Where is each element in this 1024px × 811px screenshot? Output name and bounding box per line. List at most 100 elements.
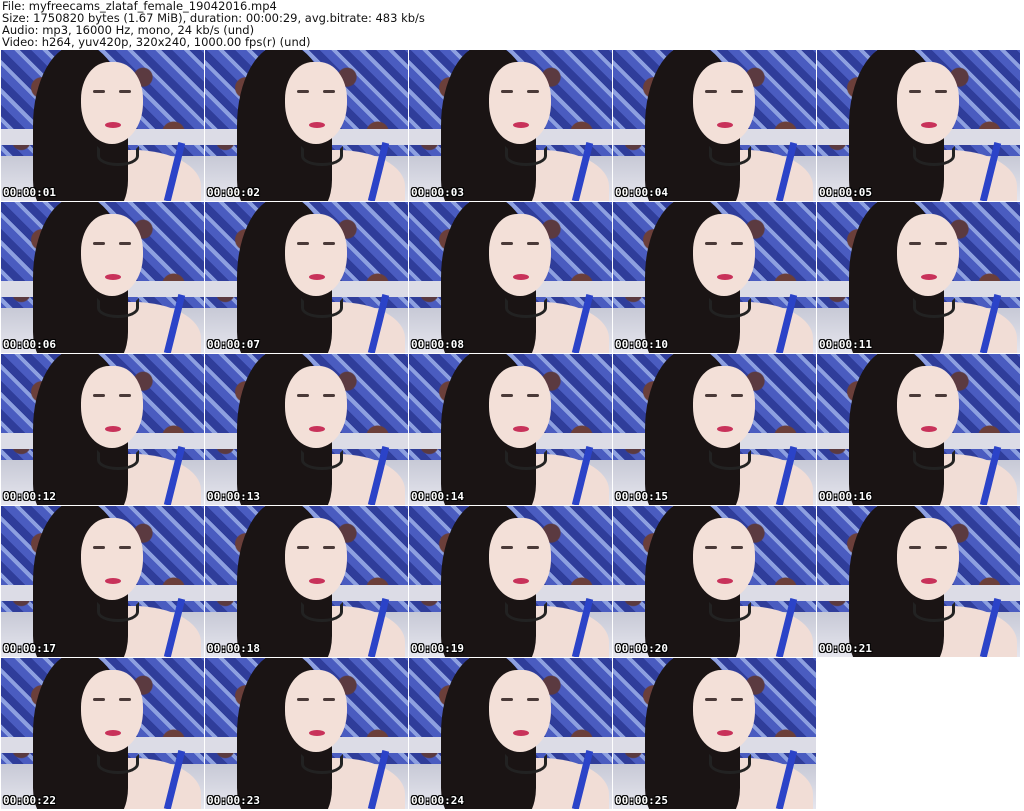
lips [309, 426, 325, 432]
choker-necklace [709, 602, 751, 622]
lips [513, 122, 529, 128]
eye-right [527, 698, 539, 701]
face [285, 214, 347, 296]
face [897, 518, 959, 600]
lips [105, 426, 121, 432]
choker-necklace [913, 146, 955, 166]
thumbnail-grid: 00:00:01 00:00:02 00:00:03 00:00:04 00:00:05… [1, 50, 1020, 809]
lips [921, 122, 937, 128]
eye-left [501, 546, 513, 549]
video-frame-thumbnail: 00:00:21 [817, 506, 1020, 657]
frame-timestamp: 00:00:10 [615, 338, 668, 351]
eye-right [119, 242, 131, 245]
frame-timestamp: 00:00:13 [207, 490, 260, 503]
face [285, 518, 347, 600]
lips [717, 122, 733, 128]
video-frame-thumbnail: 00:00:22 [1, 658, 204, 809]
lips [105, 122, 121, 128]
eye-left [297, 394, 309, 397]
eye-left [705, 546, 717, 549]
eye-left [93, 546, 105, 549]
face [693, 62, 755, 144]
lips [717, 426, 733, 432]
frame-timestamp: 00:00:15 [615, 490, 668, 503]
eye-left [93, 394, 105, 397]
choker-necklace [505, 450, 547, 470]
choker-necklace [301, 754, 343, 774]
eye-right [731, 546, 743, 549]
face [285, 670, 347, 752]
eye-right [323, 698, 335, 701]
eye-left [501, 394, 513, 397]
eye-right [935, 90, 947, 93]
eye-left [501, 90, 513, 93]
video-frame-thumbnail: 00:00:20 [613, 506, 816, 657]
lips [105, 578, 121, 584]
lips [513, 426, 529, 432]
video-frame-thumbnail: 00:00:18 [205, 506, 408, 657]
eye-left [705, 698, 717, 701]
lips [309, 578, 325, 584]
eye-right [323, 394, 335, 397]
eye-left [909, 546, 921, 549]
choker-necklace [301, 602, 343, 622]
choker-necklace [709, 298, 751, 318]
eye-left [501, 698, 513, 701]
lips [105, 730, 121, 736]
face [489, 518, 551, 600]
choker-necklace [709, 754, 751, 774]
frame-timestamp: 00:00:21 [819, 642, 872, 655]
video-frame-thumbnail: 00:00:07 [205, 202, 408, 353]
video-frame-thumbnail: 00:00:02 [205, 50, 408, 201]
lips [309, 122, 325, 128]
eye-left [705, 90, 717, 93]
file-info-header: File: myfreecams_zlataf_female_19042016.… [2, 0, 425, 48]
lips [921, 274, 937, 280]
face [81, 214, 143, 296]
video-frame-thumbnail: 00:00:23 [205, 658, 408, 809]
video-frame-thumbnail: 00:00:08 [409, 202, 612, 353]
frame-timestamp: 00:00:20 [615, 642, 668, 655]
video-frame-thumbnail: 00:00:24 [409, 658, 612, 809]
face [489, 62, 551, 144]
lips [513, 578, 529, 584]
video-frame-thumbnail: 00:00:14 [409, 354, 612, 505]
choker-necklace [709, 450, 751, 470]
face [489, 366, 551, 448]
eye-right [527, 546, 539, 549]
lips [513, 274, 529, 280]
frame-timestamp: 00:00:06 [3, 338, 56, 351]
frame-timestamp: 00:00:24 [411, 794, 464, 807]
video-frame-thumbnail: 00:00:06 [1, 202, 204, 353]
video-info-line: Video: h264, yuv420p, 320x240, 1000.00 f… [2, 35, 311, 49]
video-frame-thumbnail: 00:00:04 [613, 50, 816, 201]
face [693, 670, 755, 752]
frame-timestamp: 00:00:05 [819, 186, 872, 199]
frame-timestamp: 00:00:23 [207, 794, 260, 807]
lips [309, 730, 325, 736]
eye-right [731, 394, 743, 397]
eye-right [935, 242, 947, 245]
face [81, 62, 143, 144]
face [897, 214, 959, 296]
eye-left [705, 242, 717, 245]
eye-left [909, 90, 921, 93]
choker-necklace [97, 298, 139, 318]
eye-left [297, 546, 309, 549]
face [897, 62, 959, 144]
eye-left [909, 242, 921, 245]
video-frame-thumbnail: 00:00:10 [613, 202, 816, 353]
eye-right [323, 242, 335, 245]
frame-timestamp: 00:00:18 [207, 642, 260, 655]
eye-right [119, 698, 131, 701]
choker-necklace [97, 754, 139, 774]
choker-necklace [505, 754, 547, 774]
choker-necklace [709, 146, 751, 166]
eye-right [731, 90, 743, 93]
frame-timestamp: 00:00:01 [3, 186, 56, 199]
eye-right [527, 394, 539, 397]
video-frame-thumbnail: 00:00:19 [409, 506, 612, 657]
face [285, 62, 347, 144]
video-frame-thumbnail: 00:00:15 [613, 354, 816, 505]
frame-timestamp: 00:00:12 [3, 490, 56, 503]
